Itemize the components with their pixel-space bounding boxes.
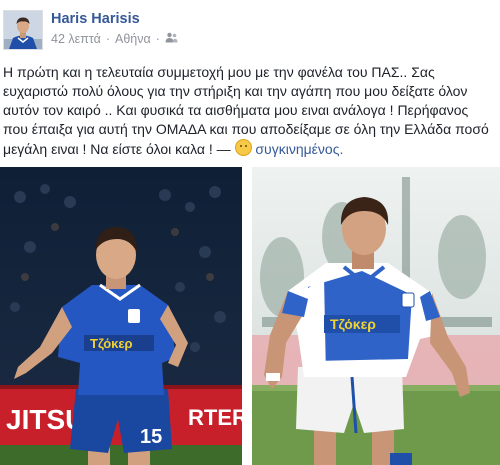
sad-face-icon — [234, 139, 252, 156]
shirt-sponsor: Τζόκερ — [90, 336, 133, 351]
facebook-post: Haris Harisis 42 λεπτά · Αθήνα · Η πρώτη… — [0, 0, 500, 465]
author-name[interactable]: Haris Harisis — [51, 11, 140, 27]
dot-separator-icon: · — [105, 32, 110, 46]
friends-icon[interactable] — [165, 32, 178, 46]
photo-left[interactable]: JITSU RTER 15 Τζόκερ — [0, 167, 242, 465]
shorts-number: 15 — [140, 426, 162, 448]
shirt-sponsor-right: Τζόκερ — [330, 316, 376, 332]
dot-separator-icon: · — [155, 32, 160, 46]
post-time[interactable]: 42 λεπτά — [51, 32, 101, 46]
photo-right[interactable]: Τζόκερ — [252, 167, 500, 465]
player-photo-left: JITSU RTER 15 Τζόκερ — [0, 167, 242, 465]
avatar-image — [4, 11, 42, 49]
post-header: Haris Harisis 42 λεπτά · Αθήνα · — [0, 0, 500, 56]
post-meta: 42 λεπτά · Αθήνα · — [51, 32, 178, 46]
ad-board-right-text: RTER — [188, 405, 242, 430]
post-text: Η πρώτη και η τελευταία συμμετοχή μου με… — [3, 63, 495, 159]
feeling-label[interactable]: συγκινημένος. — [255, 141, 343, 157]
player-photo-right: Τζόκερ — [252, 167, 500, 465]
profile-avatar[interactable] — [3, 10, 43, 50]
post-location[interactable]: Αθήνα — [115, 32, 151, 46]
